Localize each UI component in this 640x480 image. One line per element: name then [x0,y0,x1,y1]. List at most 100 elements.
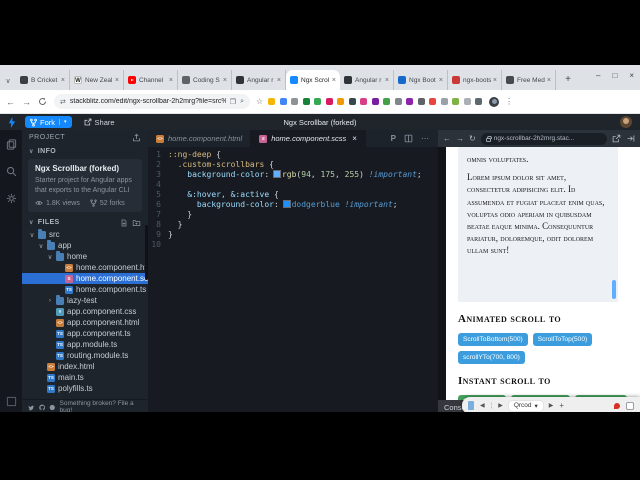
extension-icon-15[interactable] [429,98,436,105]
minimize-button[interactable]: – [596,71,600,80]
extension-icon-13[interactable] [406,98,413,105]
extension-icon-9[interactable] [360,98,367,105]
browser-tab[interactable]: Angular r× [340,70,394,90]
back-button[interactable]: ← [6,97,15,107]
export-project-icon[interactable] [132,133,141,142]
overlay-square-button[interactable] [626,402,634,410]
file-tree-item[interactable]: TSapp.module.ts [22,339,148,350]
file-tree-item[interactable]: TSrouting.module.ts [22,350,148,361]
file-tree-item[interactable]: TSpolyfills.ts [22,383,148,394]
color-swatch[interactable] [274,171,280,177]
tab-close-icon[interactable]: × [439,77,443,84]
forward-button[interactable]: → [22,97,31,107]
extension-icon-6[interactable] [326,98,333,105]
extension-icon-16[interactable] [441,98,448,105]
address-bar[interactable]: ⇄ stackblitz.com/edit/ngx-scrollbar-2h2m… [54,94,250,109]
discord-icon[interactable] [49,404,56,411]
tab-close-icon[interactable]: × [547,77,551,84]
zoom-icon[interactable]: ⌕ [240,98,244,106]
close-button[interactable]: × [629,71,634,80]
bottom-panel-icon[interactable] [6,396,17,407]
animated-scroll-button[interactable]: ScrollToTop(500) [533,333,592,346]
prettier-icon[interactable]: P [391,134,396,143]
extension-icon-18[interactable] [464,98,471,105]
browser-tab[interactable]: ngx-boots× [448,70,502,90]
site-info-icon[interactable]: ⇄ [60,98,66,106]
tab-close-icon[interactable]: × [169,77,173,84]
code-area[interactable]: 1::ng-deep {2 .custom-scrollbars {3 back… [148,147,438,412]
reading-list-icon[interactable]: ❐ [230,98,236,106]
preview-url-bar[interactable]: ngx-scrollbar-2h2mrg.stac... [481,133,607,145]
editor-tab[interactable]: Shome.component.scss× [251,130,366,147]
browser-tab[interactable]: Ngx Boot× [394,70,448,90]
file-tree-item[interactable]: Shome.component.scss [22,273,148,284]
file-tree-item[interactable]: <>app.component.html [22,317,148,328]
tab-close-icon[interactable]: × [385,77,389,84]
preview-reload-icon[interactable]: ↻ [469,134,476,143]
dock-preview-icon[interactable] [626,134,635,143]
browser-tab[interactable]: B Cricket× [16,70,70,90]
project-files-icon[interactable] [6,139,17,150]
sidebar-scrollbar[interactable] [145,225,148,280]
info-section-header[interactable]: ∨ INFO [22,145,148,158]
maximize-button[interactable]: □ [612,71,617,80]
extension-icon-17[interactable] [452,98,459,105]
file-a-bug-link[interactable]: Something broken? File a bug! [60,400,142,412]
color-swatch[interactable] [284,201,290,207]
twitter-icon[interactable] [28,404,35,411]
open-in-new-tab-icon[interactable] [612,134,621,143]
browser-menu-icon[interactable]: ⋮ [505,97,513,106]
extension-icon-19[interactable] [475,98,482,105]
preview-forward-icon[interactable]: → [456,134,464,143]
file-tree-item[interactable]: TShome.component.ts [22,284,148,295]
file-tree-item[interactable]: #app.component.css [22,306,148,317]
new-file-icon[interactable] [120,219,128,227]
animated-scroll-button[interactable]: ScrollToBottom(500) [458,333,528,346]
overlay-add-icon[interactable]: + [559,401,564,410]
tab-close-icon[interactable]: × [352,134,357,143]
browser-tab[interactable]: Angular r× [232,70,286,90]
search-icon[interactable] [6,166,17,177]
extension-icon-12[interactable] [395,98,402,105]
extension-icon-7[interactable] [337,98,344,105]
tab-close-icon[interactable]: × [61,77,65,84]
file-tree-item[interactable]: ∨home [22,251,148,262]
settings-gear-icon[interactable] [6,193,17,204]
file-tree-item[interactable]: TSapp.component.ts [22,328,148,339]
fork-button[interactable]: Fork ▾ [25,116,72,128]
extension-icon-4[interactable] [303,98,310,105]
browser-tab[interactable]: Channel× [124,70,178,90]
file-tree-item[interactable]: ›lazy-test [22,295,148,306]
file-tree-item[interactable]: ∨src [22,229,148,240]
files-section-header[interactable]: ∨ FILES [22,216,148,229]
preview-back-icon[interactable]: ← [443,134,451,143]
user-avatar[interactable] [620,116,632,128]
split-editor-icon[interactable] [404,134,413,143]
browser-tab[interactable]: Ngx Scrol× [286,70,340,90]
extension-icon-14[interactable] [418,98,425,105]
share-button[interactable]: Share [84,118,115,127]
file-tree-item[interactable]: <>home.component.html [22,262,148,273]
github-icon[interactable] [39,404,46,411]
overlay-tab[interactable]: Qrcod ▾ [509,401,543,411]
new-folder-icon[interactable] [132,219,141,227]
overlay-play-icon[interactable]: ▶ [549,402,554,409]
extension-icon-10[interactable] [372,98,379,105]
extension-icon-2[interactable] [280,98,287,105]
stackblitz-logo-icon[interactable] [8,117,16,128]
custom-scrollbar-thumb[interactable] [612,280,616,299]
bookmark-star-icon[interactable]: ☆ [256,97,263,106]
more-actions-icon[interactable]: ⋯ [421,134,430,143]
tab-close-icon[interactable]: × [277,77,281,84]
file-tree-item[interactable]: TSmain.ts [22,372,148,383]
fork-caret-icon[interactable]: ▾ [59,119,67,125]
editor-tab[interactable]: <>home.component.html [148,130,251,147]
animated-scroll-button[interactable]: scrollYTo(700, 800) [458,351,525,364]
file-tree-item[interactable]: <>index.html [22,361,148,372]
browser-tab[interactable]: Free Med× [502,70,556,90]
browser-tab[interactable]: Coding S× [178,70,232,90]
overlay-app-icon[interactable] [468,401,474,410]
extension-icon-3[interactable] [291,98,298,105]
overlay-prev-icon[interactable]: ◀ [480,402,485,409]
reload-button[interactable] [38,97,47,106]
